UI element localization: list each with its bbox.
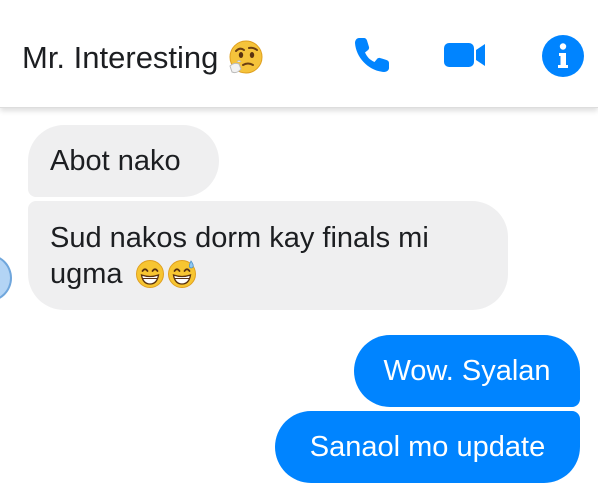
message-thread[interactable]: Abot nako Sud nakos dorm kay finals mi u…: [0, 108, 598, 486]
grinning-face-with-smiling-eyes-icon: [135, 260, 164, 288]
grinning-face-with-sweat-icon: [167, 260, 196, 288]
message-bubble-incoming[interactable]: Abot nako: [28, 125, 219, 197]
contact-title[interactable]: Mr. Interesting: [22, 38, 266, 78]
message-bubble-outgoing[interactable]: Sanaol mo update: [275, 411, 580, 483]
contact-avatar[interactable]: [0, 254, 12, 302]
emoji-group: [135, 259, 197, 289]
phone-icon[interactable]: [350, 33, 394, 77]
message-text: Abot nako: [50, 145, 181, 177]
message-text: Wow. Syalan: [383, 355, 551, 387]
info-icon[interactable]: [541, 34, 585, 78]
thinking-face-emoji-icon: [226, 38, 266, 78]
message-text-line: ugma: [50, 258, 123, 290]
video-camera-icon[interactable]: [442, 33, 486, 77]
message-bubble-incoming[interactable]: Sud nakos dorm kay finals mi ugma: [28, 201, 508, 310]
message-text: Sanaol mo update: [309, 431, 546, 463]
message-bubble-outgoing[interactable]: Wow. Syalan: [354, 335, 580, 407]
contact-name: Mr. Interesting: [22, 40, 219, 75]
conversation-header: Mr. Interesting: [0, 0, 598, 108]
message-text-line: Sud nakos dorm kay finals mi: [50, 222, 429, 254]
